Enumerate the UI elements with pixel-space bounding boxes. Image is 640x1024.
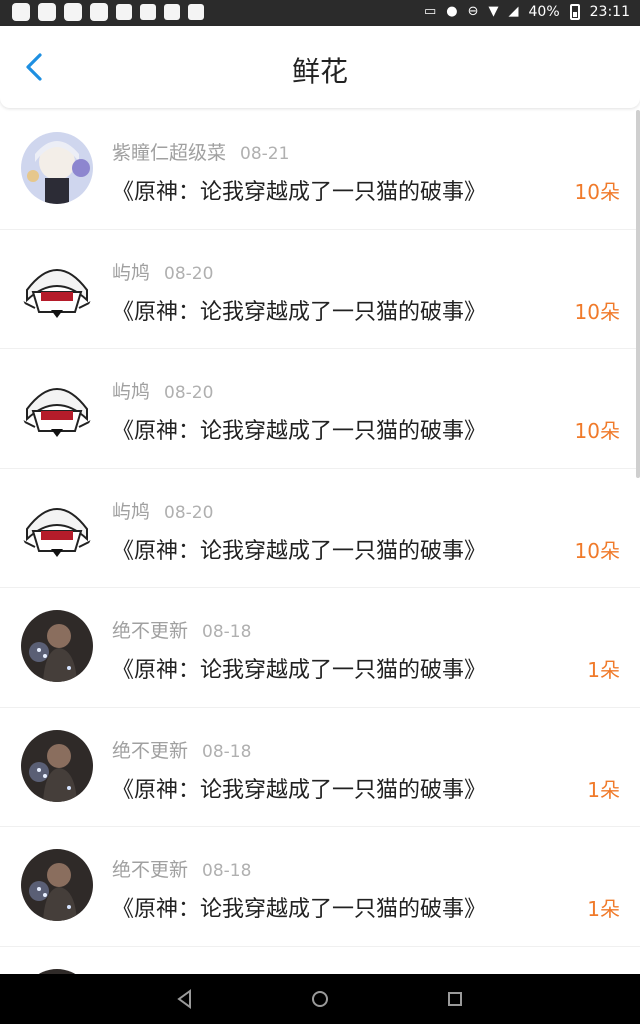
username: 绝不更新 bbox=[112, 859, 189, 881]
app-notification-icon bbox=[116, 4, 132, 20]
scrollbar[interactable] bbox=[636, 110, 640, 478]
list-item[interactable]: 屿鸠 08-20 《原神：论我穿越成了一只猫的破事》 10朵 bbox=[0, 469, 640, 588]
flower-count: 1朵 bbox=[587, 777, 620, 802]
date: 08-20 bbox=[164, 383, 214, 403]
flower-count: 10朵 bbox=[574, 180, 620, 204]
username: 屿鸠 bbox=[112, 381, 151, 403]
book-title: 《原神：论我穿越成了一只猫的破事》 bbox=[112, 538, 487, 564]
username: 紫瞳仁超级菜 bbox=[112, 142, 227, 164]
cast-icon: ▭ bbox=[423, 4, 437, 19]
app-notification-icon bbox=[90, 3, 108, 21]
flower-list[interactable]: 紫瞳仁超级菜 08-21 《原神：论我穿越成了一只猫的破事》 10朵 屿鸠 08-20 《原… bbox=[0, 110, 640, 974]
clock: 23:11 bbox=[589, 4, 630, 20]
book-title: 《原神：论我穿越成了一只猫的破事》 bbox=[112, 299, 487, 325]
item-meta: 绝不更新 08-18 bbox=[112, 736, 251, 763]
username: 绝不更新 bbox=[112, 739, 189, 762]
battery-icon bbox=[569, 4, 580, 20]
system-indicators: ▭ ● ⊖ ▼ ◢ 40% 23:11 bbox=[424, 3, 630, 21]
app-notification-icon bbox=[64, 3, 82, 21]
book-title: 《原神：论我穿越成了一只猫的破事》 bbox=[112, 658, 487, 683]
avatar[interactable] bbox=[21, 849, 93, 921]
list-item[interactable]: 绝不更新 08-18 《原神：论我穿越成了一只猫的破事》 1朵 bbox=[0, 827, 640, 947]
item-meta: 绝不更新 08-18 bbox=[112, 616, 251, 643]
page-title: 鲜花 bbox=[291, 55, 348, 88]
username: 屿鸠 bbox=[112, 261, 151, 284]
list-item[interactable]: 屿鸠 08-20 《原神：论我穿越成了一只猫的破事》 10朵 bbox=[0, 230, 640, 349]
list-item[interactable]: 绝不更新 bbox=[0, 947, 640, 974]
avatar[interactable] bbox=[21, 729, 93, 802]
date: 08-18 bbox=[202, 622, 252, 642]
username: 绝不更新 bbox=[112, 620, 189, 642]
book-title: 《原神：论我穿越成了一只猫的破事》 bbox=[112, 180, 487, 205]
date: 08-21 bbox=[240, 144, 290, 164]
no-signal-icon: ◢ bbox=[508, 4, 519, 19]
list-item[interactable]: 绝不更新 08-18 《原神：论我穿越成了一只猫的破事》 1朵 bbox=[0, 588, 640, 708]
username: 屿鸠 bbox=[112, 500, 151, 523]
avatar[interactable] bbox=[21, 132, 93, 204]
app-bar: 鲜花 bbox=[0, 26, 640, 108]
list-item[interactable]: 绝不更新 08-18 《原神：论我穿越成了一只猫的破事》 1朵 bbox=[0, 708, 640, 827]
status-bar: ▭ ● ⊖ ▼ ◢ 40% 23:11 bbox=[0, 0, 640, 26]
location-icon: ● bbox=[446, 4, 458, 19]
avatar[interactable] bbox=[21, 251, 93, 324]
app-notification-icon bbox=[140, 4, 156, 20]
shield-icon bbox=[12, 3, 30, 21]
flower-count: 10朵 bbox=[574, 538, 620, 563]
avatar[interactable] bbox=[21, 371, 93, 443]
item-meta: 屿鸠 08-20 bbox=[112, 377, 213, 404]
nav-recents-icon[interactable] bbox=[444, 988, 466, 1010]
book-title: 《原神：论我穿越成了一只猫的破事》 bbox=[112, 777, 487, 803]
app-notification-icon bbox=[38, 3, 56, 21]
nav-back-icon[interactable] bbox=[174, 988, 196, 1010]
list-item[interactable]: 紫瞳仁超级菜 08-21 《原神：论我穿越成了一只猫的破事》 10朵 bbox=[0, 110, 640, 230]
nav-home-icon[interactable] bbox=[309, 988, 331, 1010]
item-meta: 屿鸠 08-20 bbox=[112, 497, 213, 524]
system-nav-bar bbox=[0, 974, 640, 1024]
book-title: 《原神：论我穿越成了一只猫的破事》 bbox=[112, 419, 487, 444]
date: 08-18 bbox=[202, 861, 252, 881]
avatar[interactable] bbox=[21, 610, 93, 682]
item-meta: 屿鸠 08-20 bbox=[112, 258, 213, 285]
list-item[interactable]: 屿鸠 08-20 《原神：论我穿越成了一只猫的破事》 10朵 bbox=[0, 349, 640, 469]
date: 08-20 bbox=[164, 263, 214, 284]
flower-count: 1朵 bbox=[587, 897, 620, 921]
date: 08-20 bbox=[164, 502, 214, 523]
avatar[interactable] bbox=[21, 490, 93, 563]
flower-count: 1朵 bbox=[587, 658, 620, 682]
book-title: 《原神：论我穿越成了一只猫的破事》 bbox=[112, 897, 487, 922]
date: 08-18 bbox=[202, 741, 252, 762]
flower-count: 10朵 bbox=[574, 419, 620, 443]
item-meta: 紫瞳仁超级菜 08-21 bbox=[112, 138, 289, 165]
broom-icon bbox=[164, 4, 180, 20]
battery-percent: 40% bbox=[528, 4, 560, 20]
wifi-icon: ▼ bbox=[488, 4, 499, 19]
item-meta: 绝不更新 08-18 bbox=[112, 855, 251, 882]
dnd-icon: ⊖ bbox=[467, 4, 479, 19]
app-notification-icon bbox=[188, 4, 204, 20]
flower-count: 10朵 bbox=[574, 299, 620, 324]
notification-icons bbox=[12, 3, 204, 21]
